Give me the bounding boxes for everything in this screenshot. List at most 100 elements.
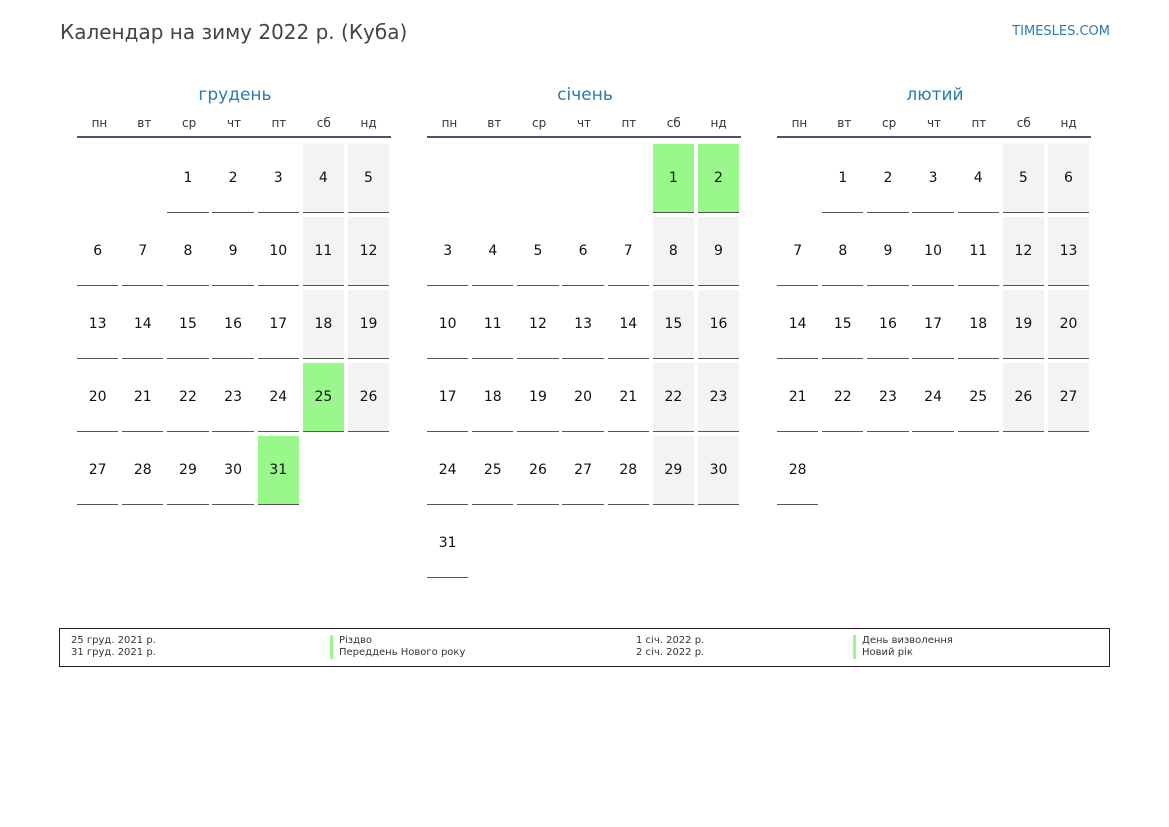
holiday-day-cell: 1 [652, 144, 695, 213]
empty-day-cell [517, 509, 558, 578]
weekday-label: вт [837, 116, 852, 130]
empty-day-cell [1048, 436, 1089, 505]
week-row: 10 11 12 13 14 15 16 [427, 288, 743, 361]
day-cell: 3 [427, 217, 469, 286]
legend-date: 25 груд. 2021 р. [71, 635, 156, 646]
day-cell: 30 [212, 436, 254, 505]
week-row: 27 28 29 30 31 [77, 434, 393, 507]
weekday-label: чт [576, 116, 592, 130]
legend-names-left: Різдво Переддень Нового року [330, 635, 465, 659]
day-cell: 24 [257, 363, 299, 432]
weekend-day-cell: 16 [697, 290, 740, 359]
day-cell: 7 [777, 217, 819, 286]
day-cell: 27 [562, 436, 604, 505]
day-cell: 22 [167, 363, 209, 432]
weekend-day-cell: 22 [652, 363, 695, 432]
day-cell: 28 [122, 436, 164, 505]
weekend-day-cell: 6 [1047, 144, 1090, 213]
day-cell: 23 [867, 363, 909, 432]
weekend-day-cell: 23 [697, 363, 740, 432]
day-cell: 18 [472, 363, 514, 432]
weekend-day-cell: 4 [302, 144, 345, 213]
week-row: 17 18 19 20 21 22 23 [427, 361, 743, 434]
weekday-header: пн вт ср чт пт сб нд [777, 112, 1091, 138]
legend-dates-right: 1 січ. 2022 р. 2 січ. 2022 р. [636, 635, 704, 659]
weekday-header: пн вт ср чт пт сб нд [427, 112, 741, 138]
weekday-label: чт [926, 116, 942, 130]
day-cell: 14 [607, 290, 649, 359]
holiday-legend: 25 груд. 2021 р. 31 груд. 2021 р. Різдво… [59, 628, 1110, 667]
day-cell: 6 [562, 217, 604, 286]
weekday-label: вт [487, 116, 502, 130]
weekend-day-cell: 8 [652, 217, 695, 286]
weekend-day-cell: 12 [1002, 217, 1045, 286]
day-cell: 17 [257, 290, 299, 359]
weekend-day-cell: 27 [1047, 363, 1090, 432]
week-row: 14 15 16 17 18 19 20 [777, 288, 1093, 361]
brand-link[interactable]: TIMESLES.COM [1012, 24, 1110, 39]
month-block: січень пн вт ср чт пт сб нд 1 2 3 4 5 6 7 8 9 10 11 12 13 14 1… [427, 82, 743, 580]
empty-day-cell [608, 509, 649, 578]
day-cell: 2 [867, 144, 909, 213]
legend-holiday-name: Новий рік [853, 647, 953, 659]
day-cell: 6 [77, 217, 119, 286]
weekday-label: сб [666, 116, 681, 130]
day-cell: 23 [212, 363, 254, 432]
weekend-day-cell: 5 [1002, 144, 1045, 213]
weekend-day-cell: 12 [347, 217, 390, 286]
day-cell: 8 [822, 217, 864, 286]
month-name: січень [557, 85, 613, 105]
weekday-label: пн [441, 116, 458, 130]
day-cell: 7 [607, 217, 649, 286]
day-cell: 10 [912, 217, 954, 286]
day-cell: 11 [957, 217, 999, 286]
weekend-day-cell: 11 [302, 217, 345, 286]
day-cell: 10 [257, 217, 299, 286]
weekday-label: пт [271, 116, 287, 130]
week-row: 7 8 9 10 11 12 13 [777, 215, 1093, 288]
weekday-label: пт [621, 116, 637, 130]
day-cell: 25 [957, 363, 999, 432]
day-cell: 17 [427, 363, 469, 432]
day-cell: 24 [912, 363, 954, 432]
empty-day-cell [77, 144, 118, 213]
empty-day-cell [958, 436, 999, 505]
day-cell: 7 [122, 217, 164, 286]
month-name: лютий [906, 85, 964, 105]
weekend-day-cell: 20 [1047, 290, 1090, 359]
day-cell: 20 [562, 363, 604, 432]
week-row: 3456789 [427, 215, 743, 288]
weekday-label: пн [791, 116, 808, 130]
month-name: грудень [198, 85, 272, 105]
weekend-day-cell: 9 [697, 217, 740, 286]
day-cell: 3 [257, 144, 299, 213]
legend-date: 31 груд. 2021 р. [71, 647, 156, 658]
weekday-label: ср [182, 116, 197, 130]
empty-day-cell [867, 436, 908, 505]
day-cell: 4 [472, 217, 514, 286]
legend-date: 1 січ. 2022 р. [636, 635, 705, 646]
week-row: 6 7 8 9 10 11 12 [77, 215, 393, 288]
legend-date: 2 січ. 2022 р. [636, 647, 705, 658]
weekday-header: пн вт ср чт пт сб нд [77, 112, 391, 138]
page-title: Календар на зиму 2022 р. (Куба) [60, 20, 408, 44]
week-row: 31 [427, 507, 743, 580]
weekday-label: сб [316, 116, 331, 130]
empty-day-cell [562, 144, 603, 213]
empty-day-cell [822, 436, 863, 505]
weekday-label: нд [1060, 116, 1077, 130]
day-cell: 25 [472, 436, 514, 505]
empty-day-cell [122, 144, 163, 213]
day-cell: 13 [562, 290, 604, 359]
weekend-day-cell: 19 [347, 290, 390, 359]
day-cell: 31 [427, 509, 469, 578]
empty-day-cell [1003, 436, 1044, 505]
empty-day-cell [562, 509, 603, 578]
empty-day-cell [348, 436, 389, 505]
day-cell: 22 [822, 363, 864, 432]
weekday-label: ср [532, 116, 547, 130]
day-cell: 9 [867, 217, 909, 286]
weekend-day-cell: 29 [652, 436, 695, 505]
week-row: 24 25 26 27 28 29 30 [427, 434, 743, 507]
empty-day-cell [427, 144, 468, 213]
